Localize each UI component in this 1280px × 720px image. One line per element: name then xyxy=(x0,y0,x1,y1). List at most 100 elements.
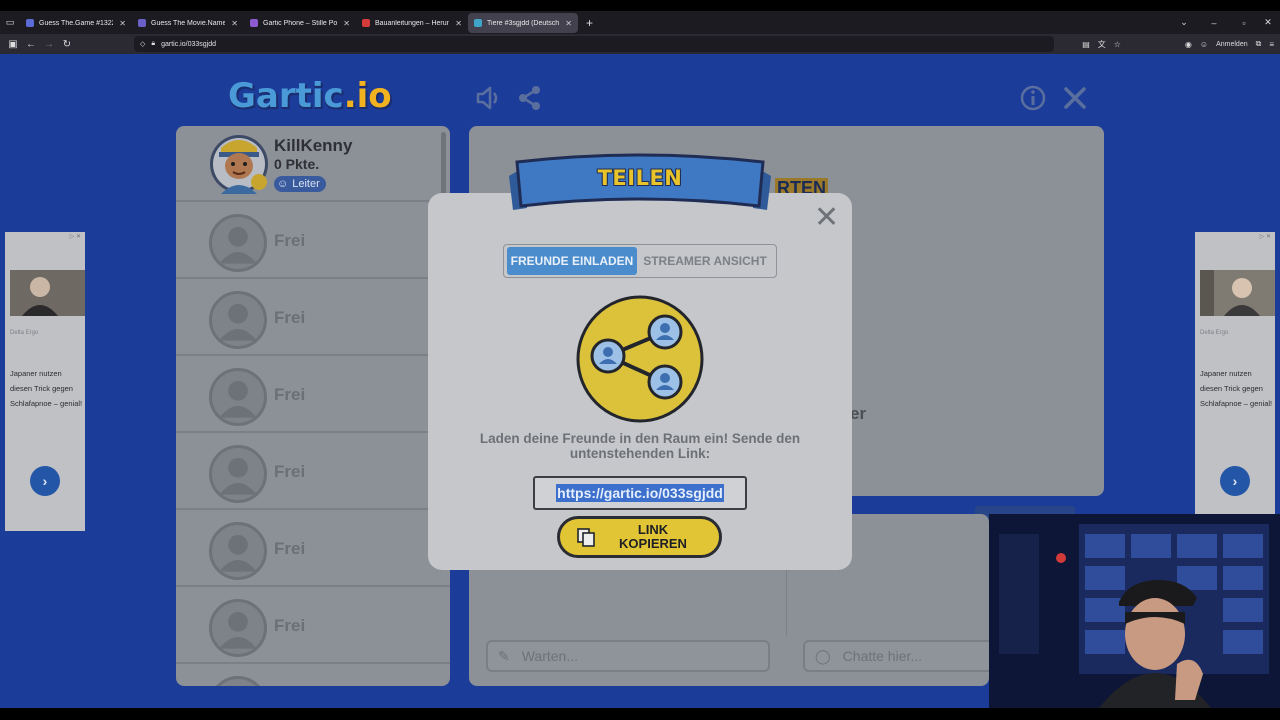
bookmark-star-icon[interactable]: ☆ xyxy=(1114,40,1121,49)
shield-icon[interactable]: ◇ xyxy=(140,40,145,48)
copy-link-label: LINK KOPIEREN xyxy=(608,523,698,551)
slot-label: Frei xyxy=(274,385,306,404)
signin-label[interactable]: Anmelden xyxy=(1216,41,1248,48)
lock-icon[interactable]: 🔒︎ xyxy=(151,40,155,48)
copy-icon xyxy=(577,528,595,547)
share-icon[interactable] xyxy=(516,84,544,112)
restore-icon[interactable]: ▫ xyxy=(1232,18,1256,28)
invite-message: Laden deine Freunde in den Raum ein! Sen… xyxy=(479,431,801,461)
ad-source: Delta Ergo xyxy=(10,330,39,336)
tab-title: Tiere #3sgjdd (Deutsch) - Gartic xyxy=(487,19,560,27)
empty-avatar-icon xyxy=(209,214,267,272)
slot-label: Frei xyxy=(274,308,306,327)
browser-tab[interactable]: Guess The.Game #1322 ✕ xyxy=(20,13,132,33)
browser-tab[interactable]: Gartic Phone – Stille Post ✕ xyxy=(244,13,356,33)
back-icon[interactable]: ← xyxy=(22,39,40,50)
logo-text: Gartic xyxy=(228,76,344,116)
close-tab-icon[interactable]: ✕ xyxy=(231,19,238,28)
speaker-icon[interactable] xyxy=(474,84,502,112)
answer-input-placeholder: Warten... xyxy=(521,648,579,664)
empty-avatar-icon xyxy=(209,368,267,426)
exit-icon[interactable] xyxy=(1061,84,1089,112)
copy-link-label-line2: KOPIEREN xyxy=(619,536,687,551)
new-tab-icon[interactable]: + xyxy=(586,16,593,30)
player-slot-empty[interactable]: Frei xyxy=(176,434,450,510)
ad-left[interactable]: ▷ ✕ Delta Ergo Japaner nutzen diesen Tri… xyxy=(5,232,85,531)
close-tab-icon[interactable]: ✕ xyxy=(343,19,350,28)
crown-icon: ☺ xyxy=(277,178,289,190)
gartic-logo: Gartic.io xyxy=(228,76,392,116)
player-slot-empty[interactable]: Frei xyxy=(176,357,450,433)
minimize-icon[interactable]: – xyxy=(1196,18,1232,28)
nav-right-tools: ▤ 文 ☆ ◉ ☺ Anmelden ⧉ ≡ xyxy=(1082,34,1274,54)
empty-avatar-icon xyxy=(209,676,267,686)
tab-title: Gartic Phone – Stille Post xyxy=(263,19,338,27)
tab-title: Guess The Movie.Name #457 xyxy=(151,19,226,27)
sidebar-icon[interactable]: ▣ xyxy=(4,39,22,50)
tab-streamer-view[interactable]: STREAMER ANSICHT xyxy=(637,247,773,275)
screen-top-border xyxy=(0,0,1280,11)
answer-input[interactable]: ✎ Warten... xyxy=(486,640,770,672)
close-tab-icon[interactable]: ✕ xyxy=(565,19,572,28)
browser-navbar: ▣ ← → ↻ ◇ 🔒︎ gartic.io/033sgjdd ▤ 文 ☆ ◉ … xyxy=(0,34,1280,54)
close-tab-icon[interactable]: ✕ xyxy=(119,19,126,28)
tab-list-chevron-icon[interactable]: ⌄ xyxy=(1172,17,1196,28)
menu-icon[interactable]: ≡ xyxy=(1269,40,1274,49)
empty-avatar-icon xyxy=(209,599,267,657)
leader-badge: ☺ Leiter xyxy=(274,176,326,192)
copy-link-button[interactable]: LINK KOPIEREN xyxy=(557,516,722,558)
player-slot-empty[interactable]: Frei xyxy=(176,588,450,664)
tab-overview-icon[interactable]: ▭ xyxy=(0,17,20,28)
reload-icon[interactable]: ↻ xyxy=(58,39,76,50)
chat-bubble-icon: ◯ xyxy=(815,647,831,664)
window-close-icon[interactable]: ✕ xyxy=(1256,17,1280,28)
address-bar[interactable]: ◇ 🔒︎ gartic.io/033sgjdd xyxy=(134,36,1054,52)
chat-input[interactable]: ◯ Chatte hier... xyxy=(803,640,993,672)
info-icon[interactable] xyxy=(1019,84,1047,112)
empty-avatar-icon xyxy=(209,445,267,503)
reader-icon[interactable]: ▤ xyxy=(1082,40,1090,49)
chevron-right-icon: › xyxy=(1232,473,1238,489)
translate-icon[interactable]: 文 xyxy=(1098,39,1106,50)
ad-choices-icon[interactable]: ▷ ✕ xyxy=(1260,233,1271,240)
player-slot-empty[interactable]: Frei xyxy=(176,203,450,279)
player-slot-empty[interactable]: Frei xyxy=(176,280,450,356)
logo-io-text: .io xyxy=(343,76,392,116)
ad-choices-icon[interactable]: ▷ ✕ xyxy=(70,233,81,240)
ad-arrow-button[interactable]: › xyxy=(1220,466,1250,496)
favicon-icon xyxy=(362,19,370,27)
player-name: KillKenny xyxy=(274,136,353,155)
ad-right[interactable]: ▷ ✕ Delta Ergo Japaner nutzen diesen Tri… xyxy=(1195,232,1275,531)
player-avatar xyxy=(210,135,268,194)
invite-link-text[interactable]: https://gartic.io/033sgjdd xyxy=(556,484,724,502)
modal-close-button[interactable]: ✕ xyxy=(814,203,839,233)
player-slot-empty[interactable]: Frei xyxy=(176,511,450,587)
forward-icon[interactable]: → xyxy=(40,39,58,50)
ad-arrow-button[interactable]: › xyxy=(30,466,60,496)
empty-avatar-icon xyxy=(209,291,267,349)
browser-tab[interactable]: Guess The Movie.Name #457 ✕ xyxy=(132,13,244,33)
modal-title: TEILEN xyxy=(597,166,683,190)
screenshot-icon[interactable]: ◉ xyxy=(1185,40,1192,49)
tab-title: Bauanleitungen – Herunterlade xyxy=(375,19,450,27)
favicon-icon xyxy=(138,19,146,27)
extensions-icon[interactable]: ⧉ xyxy=(1256,39,1262,49)
browser-tab[interactable]: Bauanleitungen – Herunterlade ✕ xyxy=(356,13,468,33)
ad-text: Japaner nutzen diesen Trick gegen Schlaf… xyxy=(1200,369,1273,408)
chevron-right-icon: › xyxy=(42,473,48,489)
copy-link-label-line1: LINK xyxy=(637,522,669,537)
ad-text: Japaner nutzen diesen Trick gegen Schlaf… xyxy=(10,369,83,408)
account-icon[interactable]: ☺ xyxy=(1200,40,1208,49)
webcam-overlay xyxy=(989,514,1280,708)
screen-bottom-border xyxy=(0,708,1280,720)
browser-tab-active[interactable]: Tiere #3sgjdd (Deutsch) - Gartic ✕ xyxy=(468,13,578,33)
slot-label: Frei xyxy=(274,462,306,481)
player-list-scrollbar[interactable] xyxy=(441,132,446,202)
close-tab-icon[interactable]: ✕ xyxy=(455,19,462,28)
favicon-icon xyxy=(474,19,482,27)
tab-invite-friends[interactable]: FREUNDE EINLADEN xyxy=(507,247,638,275)
favicon-icon xyxy=(26,19,34,27)
invite-link-field[interactable]: https://gartic.io/033sgjdd xyxy=(533,476,747,510)
player-slot-empty[interactable] xyxy=(176,665,450,686)
player-row-me: KillKenny 0 Pkte. ☺ Leiter xyxy=(176,126,450,202)
